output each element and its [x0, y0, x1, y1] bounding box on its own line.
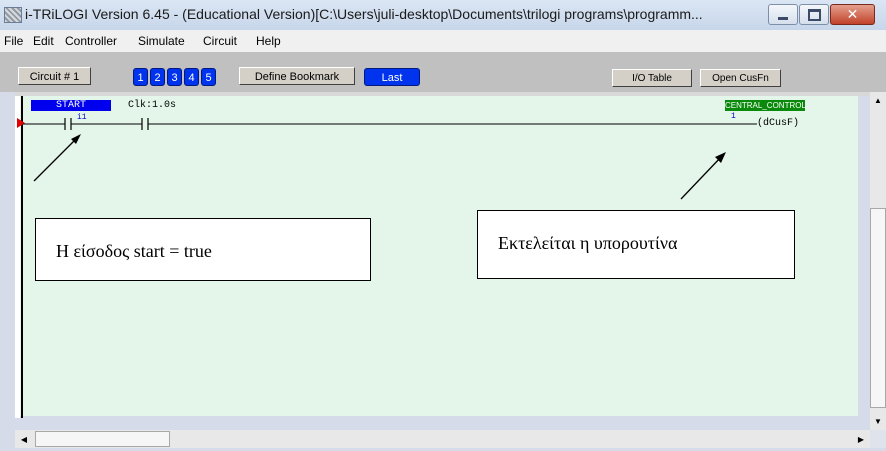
input-contact-label-start: START [31, 100, 111, 111]
last-button[interactable]: Last [364, 68, 420, 86]
scroll-right-icon[interactable]: ▶ [852, 430, 870, 448]
menu-file[interactable]: File [4, 34, 23, 48]
maximize-icon [807, 8, 821, 21]
minimize-icon [778, 16, 788, 20]
app-icon[interactable] [4, 7, 22, 23]
bookmark-1-button[interactable]: 1 [133, 68, 148, 86]
menu-help[interactable]: Help [256, 34, 281, 48]
input-contact-id: i1 [77, 113, 87, 122]
ladder-top-border [15, 92, 870, 96]
close-button[interactable]: ✕ [830, 4, 875, 25]
annotation-subroutine-runs: Εκτελείται η υπορουτίνα [477, 210, 795, 279]
menu-controller[interactable]: Controller [65, 34, 117, 48]
circuit-selector-button[interactable]: Circuit # 1 [18, 67, 91, 85]
app-window: i-TRiLOGI Version 6.45 - (Educational Ve… [0, 0, 886, 451]
minimize-button[interactable] [768, 4, 798, 25]
bookmark-5-button[interactable]: 5 [201, 68, 216, 86]
left-power-rail [21, 96, 23, 418]
vertical-scroll-thumb[interactable] [870, 208, 886, 408]
horizontal-scroll-thumb[interactable] [35, 431, 170, 447]
menu-edit[interactable]: Edit [33, 34, 54, 48]
scroll-down-icon[interactable]: ▼ [870, 413, 886, 429]
define-bookmark-button[interactable]: Define Bookmark [239, 67, 355, 85]
title-bar: i-TRiLOGI Version 6.45 - (Educational Ve… [0, 0, 886, 30]
bookmark-2-button[interactable]: 2 [150, 68, 165, 86]
left-rail-margin [15, 96, 20, 418]
custom-function-coil[interactable]: (dCusF) [757, 118, 799, 129]
annotation-start-true: Η είσοδος start = true [35, 218, 371, 281]
open-cusfn-button[interactable]: Open CusFn [700, 69, 781, 87]
scroll-left-icon[interactable]: ◀ [15, 430, 33, 448]
toolbar: Circuit # 1 1 2 3 4 5 Define Bookmark La… [0, 52, 886, 92]
window-title: i-TRiLOGI Version 6.45 - (Educational Ve… [25, 6, 703, 22]
menu-bar: File Edit Controller Simulate Circuit He… [0, 30, 886, 52]
bookmark-4-button[interactable]: 4 [184, 68, 199, 86]
bookmark-3-button[interactable]: 3 [167, 68, 182, 86]
output-coil-id: 1 [731, 112, 736, 121]
timer-contact-label: Clk:1.0s [128, 100, 177, 111]
scroll-up-icon[interactable]: ▲ [870, 92, 886, 108]
menu-simulate[interactable]: Simulate [138, 34, 185, 48]
current-rung-marker-icon [17, 118, 25, 128]
menu-circuit[interactable]: Circuit [203, 34, 237, 48]
maximize-button[interactable] [799, 4, 829, 25]
scrollbar-corner [870, 430, 886, 448]
io-table-button[interactable]: I/O Table [612, 69, 692, 87]
close-icon: ✕ [846, 6, 859, 23]
output-coil-label-central-control: CENTRAL_CONTROL [725, 100, 806, 111]
